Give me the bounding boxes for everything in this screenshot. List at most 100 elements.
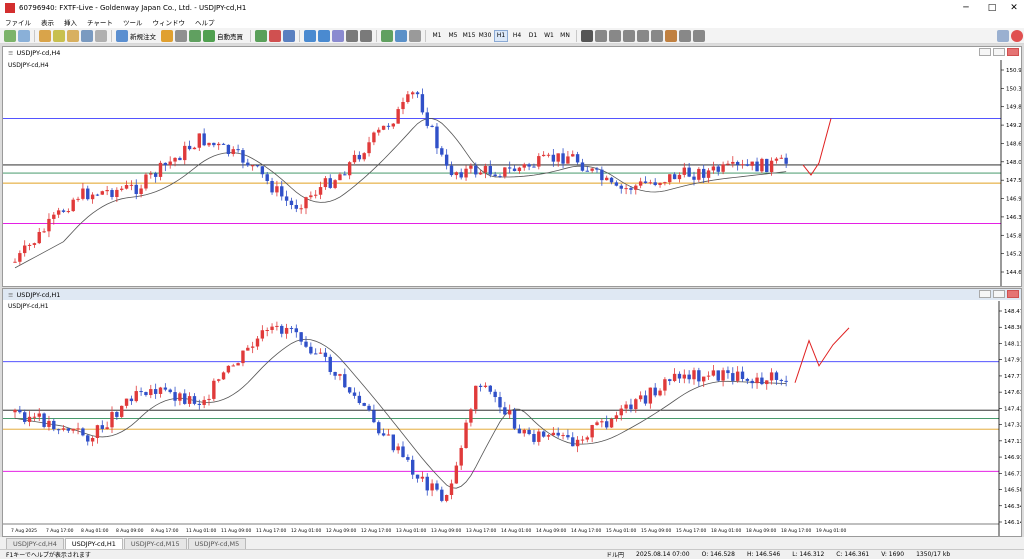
h4-candle-body	[444, 154, 449, 166]
h1-candle-body	[551, 432, 556, 436]
horizontal-line-icon[interactable]	[623, 29, 635, 42]
h1-candle-body	[81, 428, 85, 436]
timeframe-m15[interactable]: M15	[462, 30, 476, 42]
h4-candle-body	[134, 184, 138, 194]
zoom-in-icon[interactable]	[304, 29, 316, 42]
cursor-icon[interactable]	[581, 29, 593, 42]
tile-windows-icon[interactable]	[332, 29, 344, 42]
navigator-icon[interactable]	[67, 29, 79, 42]
profiles-icon[interactable]	[18, 29, 30, 42]
tab-usdjpy-m5[interactable]: USDJPY-cd,M5	[187, 538, 247, 549]
autoscroll-icon[interactable]	[346, 29, 358, 42]
chart-h4-close-button[interactable]	[1007, 48, 1019, 56]
h1-candle-body	[299, 332, 303, 342]
chart-h1-plot[interactable]: 148.479 147.773 147.631 147.420 146.582 148.…	[3, 301, 1021, 536]
chart-h1-close-button[interactable]	[1007, 290, 1019, 298]
h4-candle-body	[236, 149, 240, 151]
metaeditor-icon[interactable]	[161, 29, 173, 42]
chart-window-h1-titlebar[interactable]: ≡ USDJPY-cd,H1	[3, 289, 1021, 300]
terminal-icon[interactable]	[81, 29, 93, 42]
chart-h4-canvas[interactable]: 148.479147.773147.630147.420146.582 150.…	[3, 60, 1021, 286]
h1-candle-body	[580, 439, 585, 441]
h1-candle-body	[362, 403, 366, 406]
h1-candle-body	[556, 432, 560, 436]
candlestick-icon[interactable]	[269, 29, 281, 42]
templates-icon[interactable]	[409, 29, 421, 42]
menu-window[interactable]: ウィンドウ	[147, 17, 190, 27]
market-watch-icon[interactable]	[39, 29, 51, 42]
fibonacci-icon[interactable]	[665, 29, 677, 42]
new-order-icon[interactable]	[116, 29, 128, 42]
menu-insert[interactable]: 挿入	[59, 17, 82, 27]
h1-time-label: 8 Aug 01:00	[81, 528, 109, 534]
chart-shift-icon[interactable]	[360, 29, 372, 42]
new-chart-icon[interactable]	[4, 29, 16, 42]
tab-usdjpy-h4[interactable]: USDJPY-cd,H4	[6, 538, 64, 549]
h4-candle-body	[508, 167, 512, 169]
tab-usdjpy-h1[interactable]: USDJPY-cd,H1	[64, 538, 123, 549]
tab-usdjpy-m15[interactable]: USDJPY-cd,M15	[123, 538, 187, 549]
h1-time-label: 14 Aug 09:00	[536, 528, 566, 534]
h4-candle-body	[202, 133, 206, 146]
close-button[interactable]: ✕	[1000, 0, 1024, 16]
menu-tools[interactable]: ツール	[118, 17, 148, 27]
menu-help[interactable]: ヘルプ	[190, 17, 220, 27]
timeframe-d1[interactable]: D1	[526, 30, 540, 42]
h1-time-label: 18 Aug 09:00	[746, 528, 776, 534]
minimize-button[interactable]: ─	[952, 0, 980, 16]
chart-window-h1[interactable]: ≡ USDJPY-cd,H1 148.479 147.773 147.631 147.…	[2, 288, 1022, 537]
periods-icon[interactable]	[395, 29, 407, 42]
h1-candle-body	[779, 379, 783, 381]
h1-candle-body	[478, 385, 483, 387]
vertical-line-icon[interactable]	[609, 29, 621, 42]
channel-icon[interactable]	[651, 29, 663, 42]
chart-h1-minimize-button[interactable]	[979, 290, 991, 298]
trendline-icon[interactable]	[637, 29, 649, 42]
line-chart-icon[interactable]	[283, 29, 295, 42]
timeframe-h1[interactable]: H1	[494, 29, 508, 42]
data-window-icon[interactable]	[53, 29, 65, 42]
timeframe-h4[interactable]: H4	[510, 30, 524, 42]
indicators-icon[interactable]	[381, 29, 393, 42]
menu-file[interactable]: ファイル	[0, 17, 36, 27]
h1-candle-body	[386, 434, 391, 436]
auto-trading-icon[interactable]	[203, 29, 215, 42]
new-order-button[interactable]: 新規注文	[130, 31, 156, 41]
h4-candle-body	[314, 194, 318, 196]
h4-candle-body	[250, 165, 255, 167]
menu-chart[interactable]: チャート	[82, 17, 118, 27]
chart-window-h4[interactable]: ≡ USDJPY-cd,H4 148.479147.773147.630147.…	[2, 46, 1022, 287]
auto-trading-button[interactable]: 自動売買	[217, 31, 243, 41]
chart-window-h4-titlebar[interactable]: ≡ USDJPY-cd,H4	[3, 47, 1021, 58]
timeframe-w1[interactable]: W1	[542, 30, 556, 42]
h4-tick-label: 146.940	[1006, 197, 1021, 203]
bar-chart-icon[interactable]	[255, 29, 267, 42]
chart-h4-maximize-button[interactable]	[993, 48, 1005, 56]
market-icon[interactable]	[189, 29, 201, 42]
notifications-icon[interactable]	[1011, 29, 1023, 42]
h4-projection-line	[802, 118, 832, 176]
chart-h4-plot[interactable]: 148.479147.773147.630147.420146.582 150.…	[3, 60, 1021, 286]
h1-time-label: 11 Aug 17:00	[256, 528, 286, 534]
h4-candle-body	[474, 165, 478, 175]
menu-view[interactable]: 表示	[36, 17, 59, 27]
tester-icon[interactable]	[95, 29, 107, 42]
h1-candle-body	[522, 429, 526, 434]
h1-candle-body	[537, 431, 541, 442]
h1-tick-label: 147.325	[1004, 423, 1021, 429]
h1-candle-body	[638, 395, 643, 400]
zoom-out-icon[interactable]	[318, 29, 330, 42]
search-icon[interactable]	[997, 29, 1009, 42]
timeframe-m5[interactable]: M5	[446, 30, 460, 42]
h1-candle-body	[571, 437, 575, 447]
chart-h4-minimize-button[interactable]	[979, 48, 991, 56]
arrow-shape-icon[interactable]	[693, 29, 705, 42]
chart-h1-canvas[interactable]: 148.479 147.773 147.631 147.420 146.582 148.…	[3, 301, 1021, 536]
chart-h1-maximize-button[interactable]	[993, 290, 1005, 298]
timeframe-m30[interactable]: M30	[478, 30, 492, 42]
text-icon[interactable]	[679, 29, 691, 42]
timeframe-mn[interactable]: MN	[558, 30, 572, 42]
signals-icon[interactable]	[175, 29, 187, 42]
crosshair-icon[interactable]	[595, 29, 607, 42]
timeframe-m1[interactable]: M1	[430, 30, 444, 42]
